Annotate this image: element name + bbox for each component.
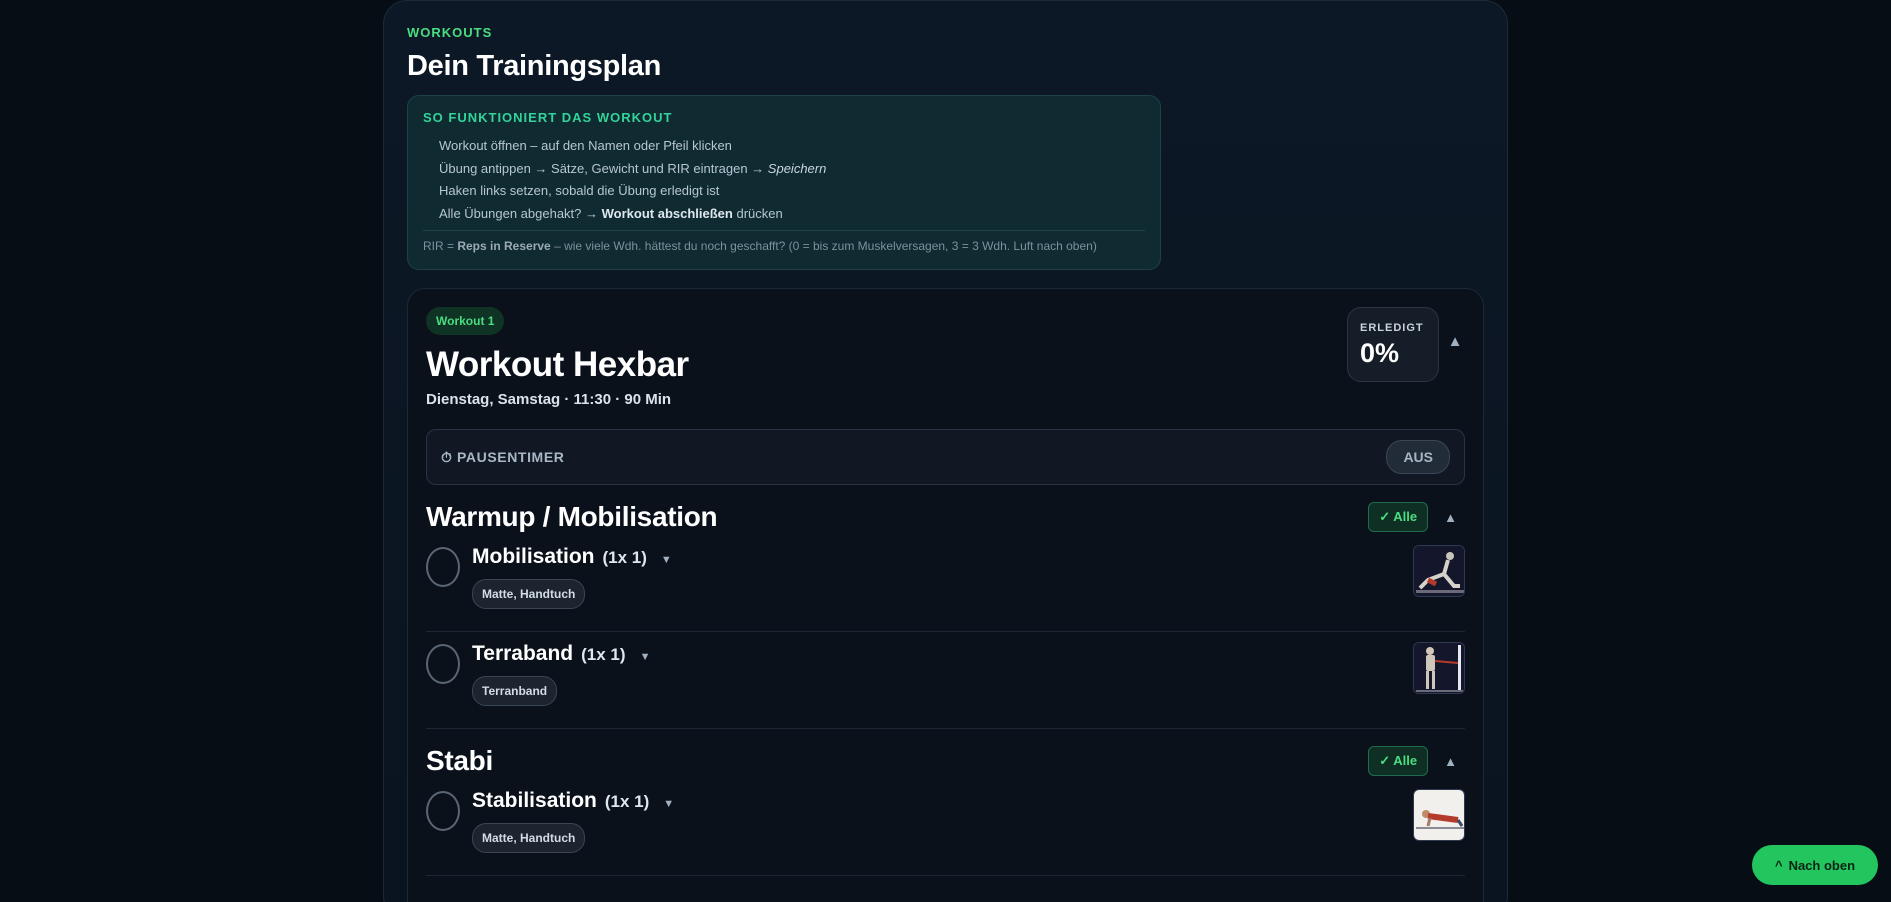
exercise-thumbnail[interactable] <box>1413 545 1465 597</box>
section-collapse-icon[interactable]: ▲ <box>1444 754 1457 769</box>
instruction-step: Übung antippen → Sätze, Gewicht und RIR … <box>439 160 827 176</box>
exercise-row[interactable]: Stabilisation (1x 1) ▼ Matte, Handtuch <box>426 779 1465 876</box>
exercise-checkbox[interactable] <box>426 644 460 684</box>
rest-timer-label: ⏱ PAUSENTIMER <box>441 448 565 465</box>
back-to-top-button[interactable]: ^ Nach oben <box>1752 845 1878 885</box>
instruction-step: Alle Übungen abgehakt? → Workout abschli… <box>439 205 783 221</box>
exercise-row[interactable]: Terraband (1x 1) ▼ Terranband <box>426 632 1465 729</box>
rest-timer-bar: ⏱ PAUSENTIMER AUS <box>426 429 1465 485</box>
expand-caret-icon[interactable]: ▼ <box>663 798 674 810</box>
equipment-tag: Terranband <box>472 676 558 706</box>
mobilisation-figure-icon <box>1414 546 1464 596</box>
completion-value: 0% <box>1360 338 1400 368</box>
exercise-sets: (1x 1) <box>602 548 647 567</box>
section-header: Warmup / Mobilisation ✓ Alle ▲ <box>426 499 1465 535</box>
rir-explanation: RIR = Reps in Reserve – wie viele Wdh. h… <box>423 239 1097 253</box>
instruction-step: Haken links setzen, sobald die Übung erl… <box>439 183 720 198</box>
expand-caret-icon[interactable]: ▼ <box>640 651 651 663</box>
equipment-tag: Matte, Handtuch <box>472 579 586 609</box>
expand-caret-icon[interactable]: ▼ <box>661 554 672 566</box>
section-title[interactable]: Warmup / Mobilisation <box>426 501 718 533</box>
instructions-list: Workout öffnen – auf den Namen oder Pfei… <box>423 135 1145 225</box>
equipment-tag: Matte, Handtuch <box>472 823 586 853</box>
instruction-step: Workout öffnen – auf den Namen oder Pfei… <box>439 138 732 153</box>
workout-card: Workout 1 Workout Hexbar Dienstag, Samst… <box>407 288 1484 902</box>
exercise-checkbox[interactable] <box>426 791 460 831</box>
instructions-title: SO FUNKTIONIERT DAS WORKOUT <box>423 110 673 125</box>
completion-label: ERLEDIGT <box>1360 322 1424 334</box>
collapse-up-icon[interactable]: ▲ <box>1445 333 1465 350</box>
section-header: Stabi ✓ Alle ▲ <box>426 743 1465 779</box>
plank-figure-icon <box>1414 790 1464 840</box>
section-collapse-icon[interactable]: ▲ <box>1444 510 1457 525</box>
page-eyebrow: WORKOUTS <box>407 25 493 40</box>
section-title[interactable]: Stabi <box>426 745 493 777</box>
divider <box>423 230 1145 231</box>
band-figure-icon <box>1414 643 1464 693</box>
chevron-up-icon: ^ <box>1774 857 1783 873</box>
workout-title[interactable]: Workout Hexbar <box>426 345 1465 385</box>
workout-schedule: Dienstag, Samstag · 11:30 · 90 Min <box>426 391 672 408</box>
exercise-row[interactable]: Mobilisation (1x 1) ▼ Matte, Handtuch <box>426 535 1465 632</box>
completion-box: ERLEDIGT 0% <box>1347 307 1439 382</box>
page-title: Dein Trainingsplan <box>407 50 662 82</box>
exercise-checkbox[interactable] <box>426 547 460 587</box>
rest-timer-toggle[interactable]: AUS <box>1386 440 1450 474</box>
workouts-panel: WORKOUTS Dein Trainingsplan SO FUNKTIONI… <box>383 0 1508 902</box>
exercise-name[interactable]: Mobilisation <box>472 545 595 569</box>
exercise-thumbnail[interactable] <box>1413 642 1465 694</box>
instructions-box: SO FUNKTIONIERT DAS WORKOUT Workout öffn… <box>407 95 1161 270</box>
check-all-button[interactable]: ✓ Alle <box>1368 746 1429 776</box>
exercise-sets: (1x 1) <box>604 792 650 811</box>
exercise-name[interactable]: Stabilisation <box>472 789 597 813</box>
workout-badge: Workout 1 <box>426 307 505 335</box>
back-to-top-label: Nach oben <box>1788 857 1856 873</box>
exercise-thumbnail[interactable] <box>1413 789 1465 841</box>
check-all-button[interactable]: ✓ Alle <box>1368 502 1429 532</box>
exercise-name[interactable]: Terraband <box>472 642 573 666</box>
exercise-sets: (1x 1) <box>581 645 626 664</box>
